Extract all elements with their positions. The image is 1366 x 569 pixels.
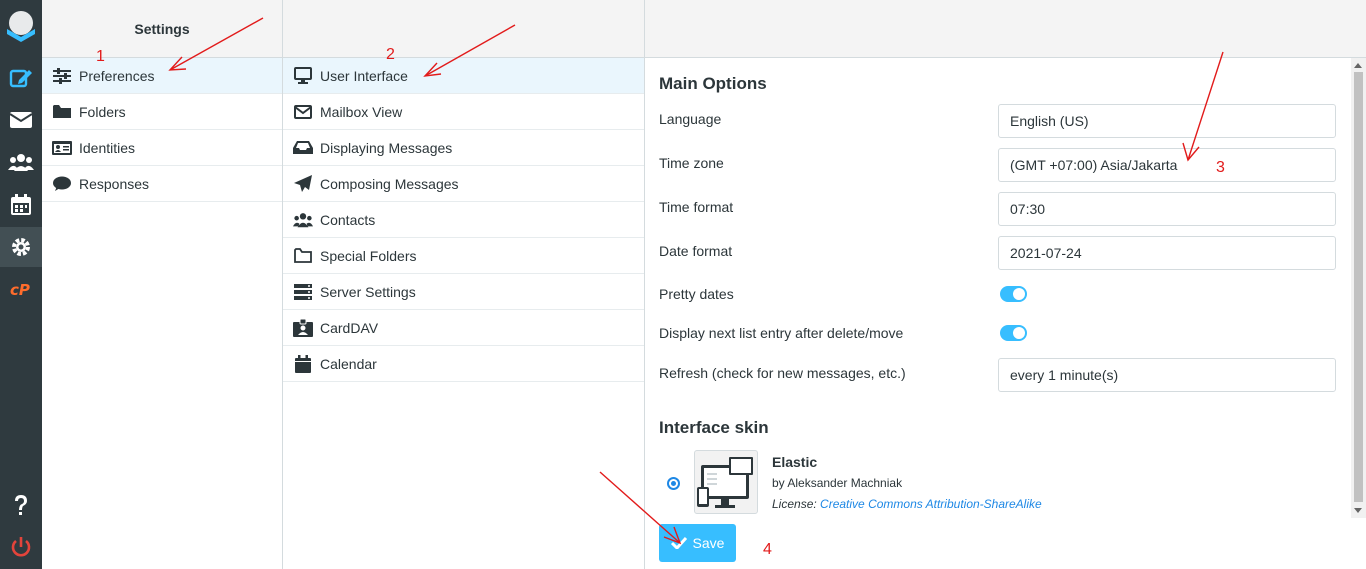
section-responses[interactable]: Responses xyxy=(42,166,282,202)
pref-label: User Interface xyxy=(320,67,408,84)
pref-composing-messages[interactable]: Composing Messages xyxy=(283,166,644,202)
annotation-number-2: 2 xyxy=(386,46,395,63)
checkmark-icon xyxy=(670,537,687,549)
prettydates-toggle[interactable] xyxy=(1000,286,1027,302)
content-header xyxy=(645,0,1366,58)
envelope-icon xyxy=(293,102,313,122)
inbox-icon xyxy=(293,138,313,158)
timeformat-label: Time format xyxy=(659,199,734,215)
paper-plane-icon xyxy=(293,174,313,194)
skin-radio[interactable] xyxy=(667,477,680,490)
pref-label: Server Settings xyxy=(320,283,416,300)
dateformat-select[interactable]: 2021-07-24 xyxy=(998,236,1336,270)
pref-label: Special Folders xyxy=(320,247,417,264)
scroll-down-arrow[interactable] xyxy=(1354,508,1362,513)
folder-outline-icon xyxy=(293,246,313,266)
skin-thumbnail xyxy=(694,450,758,514)
section-label: Preferences xyxy=(79,67,155,84)
app-rail: cP xyxy=(0,0,42,569)
mail-icon[interactable] xyxy=(0,100,42,140)
prettydates-label: Pretty dates xyxy=(659,286,734,302)
pref-carddav[interactable]: CardDAV xyxy=(283,310,644,346)
address-card-icon xyxy=(293,318,313,338)
settings-header: Settings xyxy=(42,0,282,58)
roundcube-settings: cP Settings Preferences Folders Identiti… xyxy=(0,0,1366,569)
settings-sections-panel: Settings Preferences Folders Identities … xyxy=(42,0,283,569)
pref-user-interface[interactable]: User Interface xyxy=(283,58,644,94)
section-preferences[interactable]: Preferences xyxy=(42,58,282,94)
dateformat-label: Date format xyxy=(659,243,733,259)
annotation-number-1: 1 xyxy=(96,48,105,65)
timezone-select[interactable]: (GMT +07:00) Asia/Jakarta xyxy=(998,148,1336,182)
pref-label: Contacts xyxy=(320,211,376,228)
folder-icon xyxy=(52,102,72,122)
section-folders[interactable]: Folders xyxy=(42,94,282,130)
annotation-number-3: 3 xyxy=(1216,159,1225,176)
license-link[interactable]: Creative Commons Attribution-ShareAlike xyxy=(820,497,1042,511)
roundcube-logo[interactable] xyxy=(4,8,38,48)
logout-power-icon[interactable] xyxy=(0,527,42,567)
compose-icon[interactable] xyxy=(0,58,42,98)
calendar-rail-icon[interactable] xyxy=(0,185,42,225)
settings-title: Settings xyxy=(134,20,190,37)
cpanel-icon[interactable]: cP xyxy=(0,269,42,309)
pref-server-settings[interactable]: Server Settings xyxy=(283,274,644,310)
settings-gear-icon[interactable] xyxy=(0,227,42,267)
content-scrollbar[interactable] xyxy=(1351,58,1366,518)
nextentry-toggle[interactable] xyxy=(1000,325,1027,341)
comment-icon xyxy=(52,174,72,194)
language-label: Language xyxy=(659,111,722,127)
id-card-icon xyxy=(52,138,72,158)
pref-label: Composing Messages xyxy=(320,175,459,192)
pref-label: Calendar xyxy=(320,355,377,372)
interface-skin-heading: Interface skin xyxy=(659,418,769,437)
license-prefix: License: xyxy=(772,497,817,511)
pref-displaying-messages[interactable]: Displaying Messages xyxy=(283,130,644,166)
pref-label: Mailbox View xyxy=(320,103,403,120)
section-label: Folders xyxy=(79,103,126,120)
preferences-header xyxy=(283,0,644,58)
skin-name: Elastic xyxy=(772,454,818,470)
timeformat-select[interactable]: 07:30 xyxy=(998,192,1336,226)
save-button[interactable]: Save xyxy=(659,524,736,562)
skin-license: License: Creative Commons Attribution-Sh… xyxy=(772,497,1042,511)
section-label: Responses xyxy=(79,175,150,192)
annotation-number-4: 4 xyxy=(763,541,772,558)
scroll-up-arrow[interactable] xyxy=(1354,63,1362,68)
pref-label: Displaying Messages xyxy=(320,139,453,156)
svg-text:cP: cP xyxy=(10,281,30,297)
settings-form: Main Options Language English (US) Time … xyxy=(659,58,1349,518)
pref-label: CardDAV xyxy=(320,319,379,336)
sliders-icon xyxy=(52,66,72,86)
section-label: Identities xyxy=(79,139,136,156)
pref-mailbox-view[interactable]: Mailbox View xyxy=(283,94,644,130)
nextentry-label: Display next list entry after delete/mov… xyxy=(659,325,904,341)
preferences-panel: User Interface Mailbox View Displaying M… xyxy=(283,0,645,569)
skin-author: by Aleksander Machniak xyxy=(772,476,903,490)
main-options-heading: Main Options xyxy=(659,74,767,93)
help-icon[interactable] xyxy=(0,486,42,526)
calendar-icon xyxy=(293,354,313,374)
scroll-thumb[interactable] xyxy=(1354,72,1363,502)
save-label: Save xyxy=(692,535,725,551)
monitor-icon xyxy=(293,66,313,86)
server-icon xyxy=(293,282,313,302)
skin-option-elastic: Elastic by Aleksander Machniak License: … xyxy=(659,450,1339,514)
pref-contacts[interactable]: Contacts xyxy=(283,202,644,238)
users-icon xyxy=(293,210,313,230)
contacts-icon[interactable] xyxy=(0,142,42,182)
user-interface-settings: Main Options Language English (US) Time … xyxy=(645,0,1366,569)
refresh-label: Refresh (check for new messages, etc.) xyxy=(659,365,906,381)
pref-special-folders[interactable]: Special Folders xyxy=(283,238,644,274)
timezone-label: Time zone xyxy=(659,155,724,171)
pref-calendar[interactable]: Calendar xyxy=(283,346,644,382)
language-select[interactable]: English (US) xyxy=(998,104,1336,138)
section-identities[interactable]: Identities xyxy=(42,130,282,166)
refresh-select[interactable]: every 1 minute(s) xyxy=(998,358,1336,392)
